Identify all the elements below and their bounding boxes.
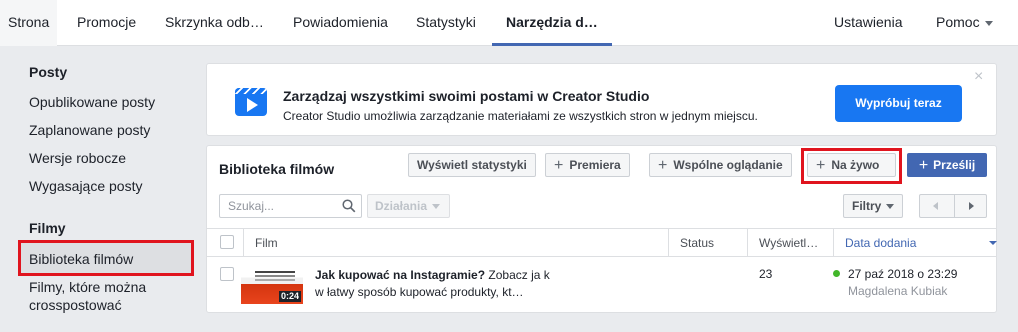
video-date-added: 27 paź 2018 o 23:29	[848, 267, 958, 281]
chevron-right-icon	[969, 202, 974, 210]
go-live-button-label: Na żywo	[831, 158, 880, 172]
banner-title: Zarządzaj wszystkimi swoimi postami w Cr…	[283, 88, 650, 104]
sidebar-item-video-library[interactable]: Biblioteka filmów	[18, 240, 194, 276]
column-divider	[747, 229, 748, 256]
tab-help[interactable]: Pomoc	[936, 0, 993, 46]
filters-dropdown-label: Filtry	[852, 199, 882, 213]
upload-button-label: Prześlij	[933, 158, 976, 172]
plus-icon: +	[918, 157, 929, 174]
go-live-button[interactable]: + Na żywo	[807, 153, 896, 177]
try-now-button[interactable]: Wypróbuj teraz	[835, 85, 962, 122]
video-duration: 0:24	[278, 291, 301, 302]
video-library-panel: Biblioteka filmów Wyświetl statystyki + P…	[206, 145, 997, 313]
tab-publishing-tools[interactable]: Narzędzia d…	[492, 0, 612, 46]
sidebar-heading-posts: Posty	[29, 64, 68, 80]
video-title[interactable]: Jak kupować na Instagramie? Zobacz ja k …	[315, 267, 555, 301]
search-input[interactable]: Szukaj...	[219, 194, 362, 218]
chevron-left-icon	[933, 202, 938, 210]
premiere-button[interactable]: + Premiera	[545, 153, 630, 177]
sort-descending-icon[interactable]	[989, 241, 997, 245]
chevron-down-icon	[886, 204, 895, 210]
actions-dropdown: Działania	[367, 194, 450, 218]
creator-studio-banner: Zarządzaj wszystkimi swoimi postami w Cr…	[206, 63, 997, 136]
video-author: Magdalena Kubiak	[848, 284, 948, 298]
column-header-views[interactable]: Wyświetl…	[759, 236, 818, 250]
column-header-video[interactable]: Film	[255, 236, 278, 250]
page-tab-bar: Strona Promocje Skrzynka odb… Powiadomie…	[0, 0, 1018, 46]
published-status-dot	[833, 270, 840, 277]
sidebar-item-expiring-posts[interactable]: Wygasające posty	[29, 177, 142, 195]
chevron-down-icon	[984, 20, 993, 26]
upload-button[interactable]: + Prześlij	[907, 153, 987, 177]
previous-page-button[interactable]	[920, 195, 953, 217]
sidebar-heading-videos: Filmy	[29, 220, 66, 236]
plus-icon: +	[554, 157, 564, 174]
sidebar-item-crosspostable-videos[interactable]: Filmy, które można crosspostować	[29, 278, 199, 314]
video-title-bold: Jak kupować na Instagramie?	[315, 268, 486, 282]
watch-party-button-label: Wspólne oglądanie	[673, 158, 783, 172]
creator-studio-icon	[235, 88, 267, 116]
search-icon	[342, 199, 356, 213]
tab-insights[interactable]: Statystyki	[416, 0, 476, 46]
next-page-button[interactable]	[954, 195, 987, 217]
table-header: Film Status Wyświetl… Data dodania	[207, 228, 997, 257]
pagination	[919, 194, 987, 218]
plus-icon: +	[658, 157, 668, 174]
premiere-button-label: Premiera	[569, 158, 621, 172]
column-header-date-added[interactable]: Data dodania	[845, 236, 916, 250]
tab-settings[interactable]: Ustawienia	[834, 0, 902, 46]
tab-page[interactable]: Strona	[0, 0, 58, 46]
search-placeholder: Szukaj...	[228, 199, 275, 213]
video-library-title: Biblioteka filmów	[219, 161, 335, 177]
close-icon[interactable]: ×	[974, 68, 983, 86]
banner-subtitle: Creator Studio umożliwia zarządzanie mat…	[283, 109, 758, 123]
column-header-status[interactable]: Status	[680, 236, 714, 250]
video-thumbnail[interactable]: 0:24	[241, 266, 303, 304]
view-insights-button[interactable]: Wyświetl statystyki	[408, 153, 536, 177]
video-views: 23	[759, 267, 773, 281]
actions-dropdown-label: Działania	[375, 199, 428, 213]
select-all-checkbox[interactable]	[220, 235, 234, 249]
row-checkbox[interactable]	[220, 267, 234, 281]
tab-inbox[interactable]: Skrzynka odb…	[165, 0, 264, 46]
tab-notifications[interactable]: Powiadomienia	[293, 0, 388, 46]
table-row[interactable]: 0:24 Jak kupować na Instagramie? Zobacz …	[207, 258, 996, 312]
sidebar-item-scheduled-posts[interactable]: Zaplanowane posty	[29, 121, 150, 139]
column-divider	[668, 229, 669, 256]
sidebar-item-drafts[interactable]: Wersje robocze	[29, 149, 126, 167]
chevron-down-icon	[432, 204, 441, 210]
watch-party-button[interactable]: + Wspólne oglądanie	[649, 153, 792, 177]
sidebar-item-published-posts[interactable]: Opublikowane posty	[29, 93, 155, 111]
filters-dropdown[interactable]: Filtry	[843, 194, 903, 218]
plus-icon: +	[816, 157, 826, 174]
tab-help-label: Pomoc	[936, 14, 980, 30]
tab-promotions[interactable]: Promocje	[77, 0, 136, 46]
column-divider	[243, 229, 244, 256]
column-divider	[833, 229, 834, 256]
